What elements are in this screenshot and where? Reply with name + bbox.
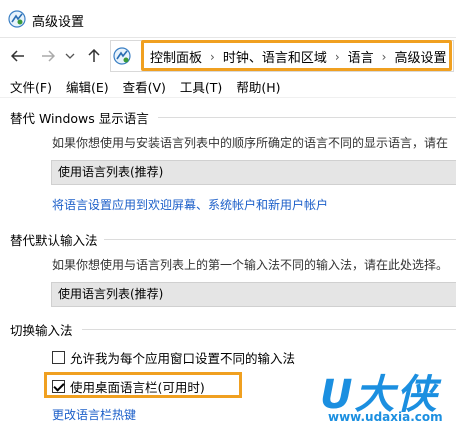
watermark-url: www.udaxia.com: [328, 410, 443, 424]
section-divider: [104, 239, 456, 240]
up-button[interactable]: [84, 46, 104, 66]
change-language-bar-hotkeys-link[interactable]: 更改语言栏热键: [52, 406, 136, 423]
control-panel-icon: [8, 10, 26, 28]
per-app-input-label: 允许我为每个应用窗口设置不同的输入法: [70, 351, 296, 366]
breadcrumb-control-panel[interactable]: 控制面板: [150, 47, 202, 66]
back-arrow-icon: [11, 50, 24, 62]
recent-locations-button[interactable]: [60, 46, 80, 66]
desktop-language-bar-label: 使用桌面语言栏(可用时): [70, 380, 205, 395]
section-divider: [82, 329, 456, 330]
desktop-language-bar-checkbox[interactable]: [52, 380, 65, 393]
section-divider: [158, 117, 456, 118]
breadcrumb-separator[interactable]: ›: [382, 50, 387, 64]
display-language-description: 如果你想使用与安装语言列表中的顺序所确定的语言不同的显示语言，请在: [52, 136, 449, 150]
apply-to-welcome-screen-link[interactable]: 将语言设置应用到欢迎屏幕、系统帐户和新用户帐户: [52, 196, 328, 213]
window-title: 高级设置: [32, 15, 85, 30]
breadcrumb-clock-language-region[interactable]: 时钟、语言和区域: [223, 47, 327, 66]
control-panel-icon: [113, 47, 131, 65]
per-app-input-option[interactable]: 允许我为每个应用窗口设置不同的输入法: [52, 348, 295, 367]
menu-file[interactable]: 文件(F): [10, 77, 52, 96]
menu-view[interactable]: 查看(V): [123, 77, 166, 96]
breadcrumb: 控制面板 › 时钟、语言和区域 › 语言 › 高级设置: [150, 47, 447, 67]
menu-tools[interactable]: 工具(T): [180, 77, 222, 96]
menu-edit[interactable]: 编辑(E): [66, 77, 109, 96]
watermark: U大侠 www.udaxia.com: [300, 360, 456, 432]
title-bar: 高级设置: [0, 0, 456, 38]
display-language-select[interactable]: 使用语言列表(推荐): [51, 160, 456, 185]
menu-bar: 文件(F) 编辑(E) 查看(V) 工具(T) 帮助(H): [0, 76, 456, 98]
back-button[interactable]: [8, 46, 28, 66]
desktop-language-bar-option[interactable]: 使用桌面语言栏(可用时): [52, 377, 205, 396]
chevron-down-icon: [65, 53, 75, 59]
switch-input-heading: 切换输入法: [10, 323, 73, 338]
breadcrumb-separator[interactable]: ›: [210, 50, 215, 64]
breadcrumb-separator[interactable]: ›: [335, 50, 340, 64]
per-app-input-checkbox[interactable]: [52, 351, 65, 364]
display-language-heading: 替代 Windows 显示语言: [10, 111, 149, 126]
input-method-heading: 替代默认输入法: [10, 233, 98, 248]
breadcrumb-language[interactable]: 语言: [348, 47, 374, 66]
input-method-select[interactable]: 使用语言列表(推荐): [51, 282, 456, 307]
forward-arrow-icon: [42, 50, 55, 62]
menu-help[interactable]: 帮助(H): [236, 77, 280, 96]
up-arrow-icon: [88, 49, 100, 62]
forward-button[interactable]: [38, 46, 58, 66]
breadcrumb-advanced-settings[interactable]: 高级设置: [394, 47, 446, 66]
input-method-description: 如果你想使用与语言列表上的第一个输入法不同的输入法，请在此处选择。: [52, 258, 449, 272]
